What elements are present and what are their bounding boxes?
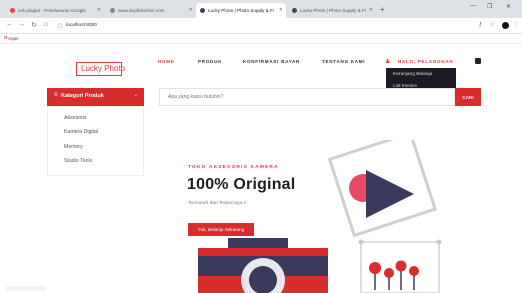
tab-label: www.duplichecker.com (118, 8, 165, 13)
dropdown-item-cart[interactable]: Keranjang Belanja (393, 72, 432, 77)
close-tab-icon[interactable]: ✕ (97, 3, 101, 18)
nav-konfirmasi-bayar[interactable]: KONFIRMASI BAYAR (243, 59, 300, 64)
user-icon: ♟ (385, 59, 391, 65)
shop-now-button[interactable]: Yuk, Belanja Sekarang (188, 223, 254, 236)
window-close-icon[interactable]: ✕ (506, 3, 511, 10)
profile-avatar[interactable] (502, 22, 509, 29)
hero-illustration (198, 140, 442, 293)
google-favicon-icon (10, 8, 15, 14)
address-bar-row: ← → ↻ ⌂ ⓘ localhost:8000 ⚷ ☆ ⋮ (0, 18, 522, 34)
bookmarks-bar: ⁝⁝ Apps (0, 34, 522, 44)
tab-label: cek plagiat - Penelusuran Google (18, 8, 86, 13)
more-menu-icon[interactable]: ⋮ (513, 21, 519, 28)
cart-icon[interactable] (475, 58, 481, 64)
category-item-studio-tools[interactable]: Studio Tools (64, 158, 92, 164)
category-toggle[interactable]: ≡ Kategori Produk ⌄ (47, 88, 144, 106)
tab-label: Lucky Photo | Photo Supply & Fi (208, 8, 274, 13)
search-button[interactable]: CARI (455, 88, 481, 106)
globe-icon (292, 8, 297, 14)
home-icon[interactable]: ⌂ (44, 21, 48, 28)
site-logo[interactable]: Lucky Photo (76, 62, 126, 76)
category-item-kamera-digital[interactable]: Kamera Digital (64, 129, 98, 135)
category-item-memory[interactable]: Memory (64, 144, 83, 150)
chevron-down-icon: ⌄ (133, 92, 138, 98)
category-list: Aksesoris Kamera Digital Memory Studio T… (47, 106, 144, 176)
site-info-icon[interactable]: ⓘ (57, 22, 63, 31)
url-field[interactable]: localhost:8000 (66, 23, 97, 28)
apps-label: Apps (8, 36, 19, 41)
close-tab-icon[interactable]: ✕ (189, 3, 193, 18)
reload-icon[interactable]: ↻ (31, 21, 37, 29)
search-input[interactable] (159, 88, 455, 106)
category-item-aksesoris[interactable]: Aksesoris (64, 115, 87, 121)
nav-tentang-kami[interactable]: TENTANG KAMI (322, 59, 365, 64)
star-icon[interactable]: ☆ (490, 21, 495, 28)
browser-tab-lucky-photo-active[interactable]: Lucky Photo | Photo Supply & Fi ✕ (196, 3, 286, 18)
page-favicon-icon (110, 8, 115, 14)
menu-icon: ≡ (54, 92, 58, 98)
hero-eyebrow: TOKO AKSESORIS KAMERA (188, 165, 279, 170)
user-menu-toggle[interactable]: HALO, PELANGGAN (398, 59, 453, 64)
tab-label: Lucky Photo | Photo Supply & Fi (300, 8, 366, 13)
back-arrow-icon[interactable]: ← (6, 21, 13, 28)
nav-produk[interactable]: PRODUK (198, 59, 222, 64)
category-title: Kategori Produk (61, 93, 104, 99)
nav-home[interactable]: HOME (158, 59, 175, 64)
globe-icon (200, 8, 205, 14)
restore-icon[interactable]: ❐ (487, 3, 492, 10)
hero-headline: 100% Original (187, 176, 296, 193)
minimize-icon[interactable]: — (470, 3, 476, 9)
apps-grid-icon: ⁝⁝ (4, 35, 8, 40)
logo-text: Lucky Photo (81, 64, 126, 73)
browser-tab-duplichecker[interactable]: www.duplichecker.com ✕ (106, 3, 196, 18)
hero-subline: Termurah dan Terpercaya !! (188, 201, 247, 206)
browser-tab-lucky-photo[interactable]: Lucky Photo | Photo Supply & Fi ✕ (288, 3, 376, 18)
browser-tab-bar: cek plagiat - Penelusuran Google ✕ www.d… (0, 0, 522, 18)
forward-arrow-icon[interactable]: → (18, 21, 25, 28)
apps-shortcut[interactable]: ⁝⁝ Apps (4, 35, 18, 41)
download-bar-stub (6, 286, 46, 291)
new-tab-button[interactable]: + (380, 3, 385, 16)
key-icon[interactable]: ⚷ (478, 21, 482, 28)
close-tab-icon[interactable]: ✕ (279, 3, 283, 18)
browser-tab-google[interactable]: cek plagiat - Penelusuran Google ✕ (6, 3, 104, 18)
close-tab-icon[interactable]: ✕ (369, 3, 373, 18)
